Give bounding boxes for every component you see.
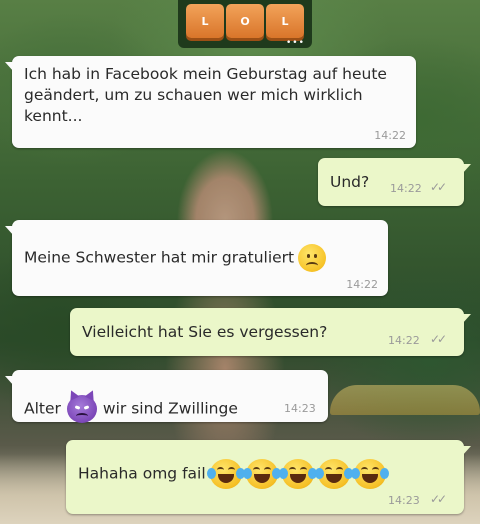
- laughing-emoji-row: [206, 459, 389, 489]
- message-text: Vielleicht hat Sie es vergessen?: [82, 323, 328, 341]
- message-time: 14:23: [388, 494, 420, 507]
- message-time: 14:23: [284, 402, 316, 415]
- message-text: Hahaha omg fail: [78, 464, 206, 483]
- message-bubble-incoming[interactable]: Alter wir sind Zwillinge 14:23: [5, 370, 328, 423]
- message-time: 14:22: [390, 182, 422, 195]
- laughing-tears-emoji-icon: [278, 459, 317, 489]
- read-ticks-icon: ✓✓: [430, 332, 447, 346]
- logo-key: O: [226, 4, 264, 38]
- message-bubble-outgoing[interactable]: Hahaha omg fail 14:23 ✓✓: [66, 440, 471, 514]
- laughing-tears-emoji-icon: [350, 459, 389, 489]
- message-bubble-outgoing[interactable]: Und? 14:22 ✓✓: [318, 158, 471, 206]
- message-time: 14:22: [374, 129, 406, 142]
- message-text: Ich hab in Facebook mein Geburstag auf h…: [24, 65, 387, 125]
- message-text: wir sind Zwillinge: [102, 399, 238, 418]
- sad-face-emoji-icon: [298, 244, 327, 272]
- message-time: 14:22: [388, 334, 420, 347]
- read-ticks-icon: ✓✓: [430, 492, 447, 506]
- message-content: Hahaha omg fail: [78, 459, 389, 489]
- read-ticks-icon: ✓✓: [430, 180, 447, 194]
- laughing-tears-emoji-icon: [206, 459, 245, 489]
- message-content: Meine Schwester hat mir gratuliert: [24, 244, 327, 272]
- message-bubble-outgoing[interactable]: Vielleicht hat Sie es vergessen? 14:22 ✓…: [70, 308, 471, 356]
- logo-key: L: [266, 4, 304, 38]
- logo-key: L: [186, 4, 224, 38]
- laughing-tears-emoji-icon: [314, 459, 353, 489]
- message-text: Und?: [330, 173, 370, 191]
- message-text: Alter: [24, 399, 61, 418]
- message-bubble-incoming[interactable]: Ich hab in Facebook mein Geburstag auf h…: [5, 56, 416, 148]
- message-content: Alter wir sind Zwillinge: [24, 395, 238, 423]
- message-text: Meine Schwester hat mir gratuliert: [24, 248, 295, 267]
- laughing-tears-emoji-icon: [242, 459, 281, 489]
- message-bubble-incoming[interactable]: Meine Schwester hat mir gratuliert 14:22: [5, 220, 388, 296]
- background-umbrella: [330, 385, 480, 415]
- angry-devil-emoji-icon: [66, 395, 97, 423]
- logo-dots: •••: [286, 38, 305, 48]
- lol-keys-logo: L O L •••: [178, 0, 312, 48]
- message-time: 14:22: [346, 278, 378, 291]
